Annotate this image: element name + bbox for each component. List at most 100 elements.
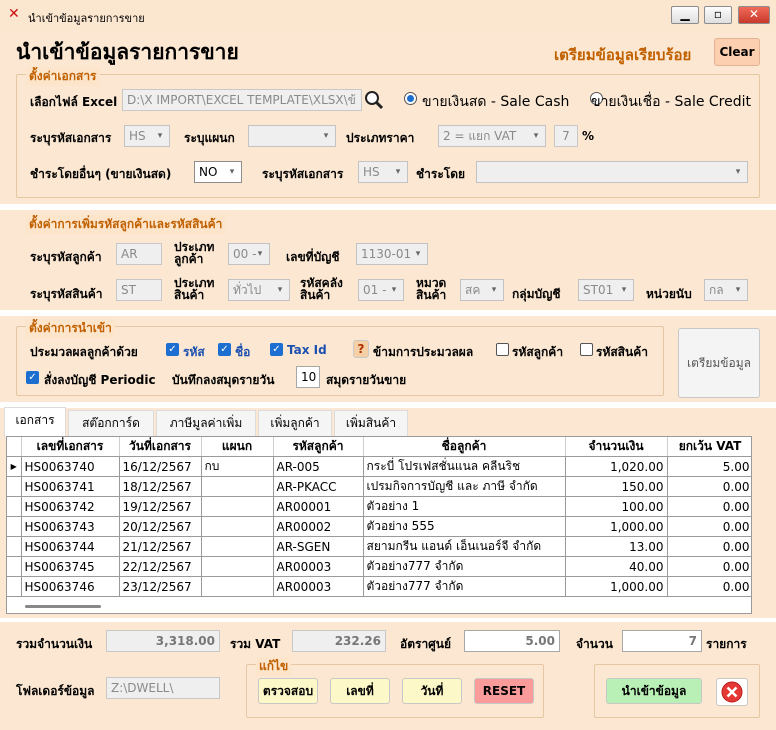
column-header[interactable]: แผนก — [201, 437, 274, 457]
cell[interactable]: 21/12/2567 — [119, 536, 202, 557]
folder-field[interactable]: Z:\DWELL\ — [106, 677, 220, 699]
prepare-data-button[interactable]: เตรียมข้อมูล — [678, 328, 760, 398]
doc-code2-select[interactable]: HS ▾ — [358, 161, 408, 183]
dept-select[interactable]: ▾ — [248, 125, 336, 147]
price-type-select[interactable]: 2 = แยก VAT ▾ — [438, 125, 546, 147]
other-pay-select[interactable]: NO ▾ — [194, 161, 242, 183]
opt-name-checkbox[interactable]: ✓ — [218, 343, 231, 356]
cell[interactable]: 19/12/2567 — [119, 496, 202, 517]
cell[interactable]: 20/12/2567 — [119, 516, 202, 537]
cell[interactable]: 5.00 — [667, 456, 751, 477]
cell[interactable]: HS0063741 — [21, 476, 120, 497]
table-row[interactable]: HS0063746 23/12/2567 AR00003 ตัวอย่าง777 จำ… — [7, 576, 751, 597]
horizontal-scrollbar[interactable] — [25, 605, 101, 608]
column-header[interactable]: ชื่อลูกค้า — [363, 437, 566, 457]
table-row[interactable]: HS0063742 19/12/2567 AR00001 ตัวอย่าง 1 100.… — [7, 496, 751, 517]
cell[interactable]: HS0063744 — [21, 536, 120, 557]
warehouse-select[interactable]: 01 - ▾ — [358, 279, 404, 301]
documents-table[interactable]: เลขที่เอกสาร วันที่เอกสาร แผนก รหัสลูกค้… — [6, 436, 752, 614]
cell[interactable]: ตัวอย่าง 555 — [363, 516, 566, 537]
cell[interactable]: สยามกรีน แอนด์ เอ็นเนอร์จี จำกัด — [363, 536, 566, 557]
table-row[interactable]: ▶ HS0063740 16/12/2567 กบ AR-005 กระบี่ โปรเฟ… — [7, 456, 751, 477]
category-select[interactable]: สค ▾ — [460, 279, 504, 301]
import-button[interactable]: นำเข้าข้อมูล — [606, 678, 702, 704]
cell[interactable]: AR00001 — [273, 496, 364, 517]
table-row[interactable]: HS0063741 18/12/2567 AR-PKACC เปรมกิจการบัญ… — [7, 476, 751, 497]
cell[interactable] — [201, 556, 274, 577]
cell[interactable]: เปรมกิจการบัญชี และ ภาษี จำกัด — [363, 476, 566, 497]
sale-cash-radio[interactable] — [404, 92, 417, 105]
column-header[interactable]: รหัสลูกค้า — [273, 437, 364, 457]
cust-type-select[interactable]: 00 - ▾ — [228, 243, 270, 265]
cell[interactable]: 23/12/2567 — [119, 576, 202, 597]
cell[interactable]: 0.00 — [667, 556, 751, 577]
table-row[interactable]: HS0063745 22/12/2567 AR00003 ตัวอย่าง777 จำ… — [7, 556, 751, 577]
cell[interactable]: 22/12/2567 — [119, 556, 202, 577]
tab-add-customer[interactable]: เพิ่มลูกค้า — [258, 410, 332, 436]
prod-code-field[interactable]: ST — [116, 279, 162, 301]
cell[interactable]: 1,000.00 — [565, 516, 668, 537]
cell[interactable]: 0.00 — [667, 476, 751, 497]
reset-button[interactable]: RESET — [474, 678, 534, 704]
cell[interactable]: 13.00 — [565, 536, 668, 557]
cell[interactable] — [201, 496, 274, 517]
minimize-button[interactable]: ▁ — [671, 6, 699, 24]
doc-code-select[interactable]: HS ▾ — [124, 125, 170, 147]
cell[interactable]: HS0063746 — [21, 576, 120, 597]
cell[interactable] — [201, 476, 274, 497]
column-header[interactable]: เลขที่เอกสาร — [21, 437, 120, 457]
cell[interactable]: 16/12/2567 — [119, 456, 202, 477]
tab-vat[interactable]: ภาษีมูลค่าเพิ่ม — [156, 410, 256, 436]
column-header[interactable]: วันที่เอกสาร — [119, 437, 202, 457]
prod-type-select[interactable]: ทั่วไป ▾ — [228, 279, 290, 301]
periodic-checkbox[interactable]: ✓ — [26, 371, 39, 384]
cell[interactable]: ตัวอย่าง777 จำกัด — [363, 556, 566, 577]
cell[interactable]: AR-SGEN — [273, 536, 364, 557]
table-row[interactable]: HS0063743 20/12/2567 AR00002 ตัวอย่าง 555 1,… — [7, 516, 751, 537]
cell[interactable] — [201, 576, 274, 597]
skip-cust-checkbox[interactable] — [496, 343, 509, 356]
cust-code-field[interactable]: AR — [116, 243, 162, 265]
help-button[interactable]: ? — [353, 340, 369, 358]
cell[interactable]: 40.00 — [565, 556, 668, 577]
cell[interactable]: 1,000.00 — [565, 576, 668, 597]
date-button[interactable]: วันที่ — [402, 678, 462, 704]
opt-taxid-checkbox[interactable]: ✓ — [270, 343, 283, 356]
acct-group-select[interactable]: ST01 ▾ — [578, 279, 634, 301]
cell[interactable]: HS0063743 — [21, 516, 120, 537]
cell[interactable]: กระบี่ โปรเฟสชั่นแนล คลีนริช — [363, 456, 566, 477]
tab-add-product[interactable]: เพิ่มสินค้า — [334, 410, 408, 436]
cell[interactable] — [201, 536, 274, 557]
maximize-button[interactable]: ▫ — [704, 6, 732, 24]
cell[interactable] — [201, 516, 274, 537]
acct-no-select[interactable]: 1130-01 ▾ — [356, 243, 428, 265]
cell[interactable]: 1,020.00 — [565, 456, 668, 477]
cell[interactable]: 100.00 — [565, 496, 668, 517]
unit-select[interactable]: กล ▾ — [704, 279, 748, 301]
browse-search-icon[interactable] — [363, 89, 385, 111]
file-path-field[interactable]: D:\X IMPORT\EXCEL TEMPLATE\XLSX\ข้ — [122, 89, 362, 111]
vat-rate-field[interactable]: 7 — [554, 125, 578, 147]
cell[interactable]: AR00002 — [273, 516, 364, 537]
tab-stock-card[interactable]: สต๊อกการ์ด — [68, 410, 154, 436]
cell[interactable]: 0.00 — [667, 576, 751, 597]
close-form-button[interactable] — [716, 678, 748, 706]
number-button[interactable]: เลขที่ — [330, 678, 390, 704]
cell[interactable]: HS0063740 — [21, 456, 120, 477]
check-button[interactable]: ตรวจสอบ — [258, 678, 318, 704]
cell[interactable]: AR00003 — [273, 556, 364, 577]
cell[interactable]: ตัวอย่าง 1 — [363, 496, 566, 517]
cell[interactable]: 0.00 — [667, 516, 751, 537]
column-header[interactable]: ยกเว้น VAT — [667, 437, 751, 457]
cell[interactable]: ตัวอย่าง777 จำกัด — [363, 576, 566, 597]
cell[interactable]: 150.00 — [565, 476, 668, 497]
tab-documents[interactable]: เอกสาร — [4, 407, 66, 437]
cell[interactable]: HS0063742 — [21, 496, 120, 517]
clear-button[interactable]: Clear — [714, 38, 760, 66]
close-window-button[interactable]: ✕ — [738, 6, 770, 24]
cell[interactable]: AR-PKACC — [273, 476, 364, 497]
skip-prod-checkbox[interactable] — [580, 343, 593, 356]
cell[interactable]: 0.00 — [667, 536, 751, 557]
table-row[interactable]: HS0063744 21/12/2567 AR-SGEN สยามกรีน แอนด์… — [7, 536, 751, 557]
column-header[interactable]: จำนวนเงิน — [565, 437, 668, 457]
